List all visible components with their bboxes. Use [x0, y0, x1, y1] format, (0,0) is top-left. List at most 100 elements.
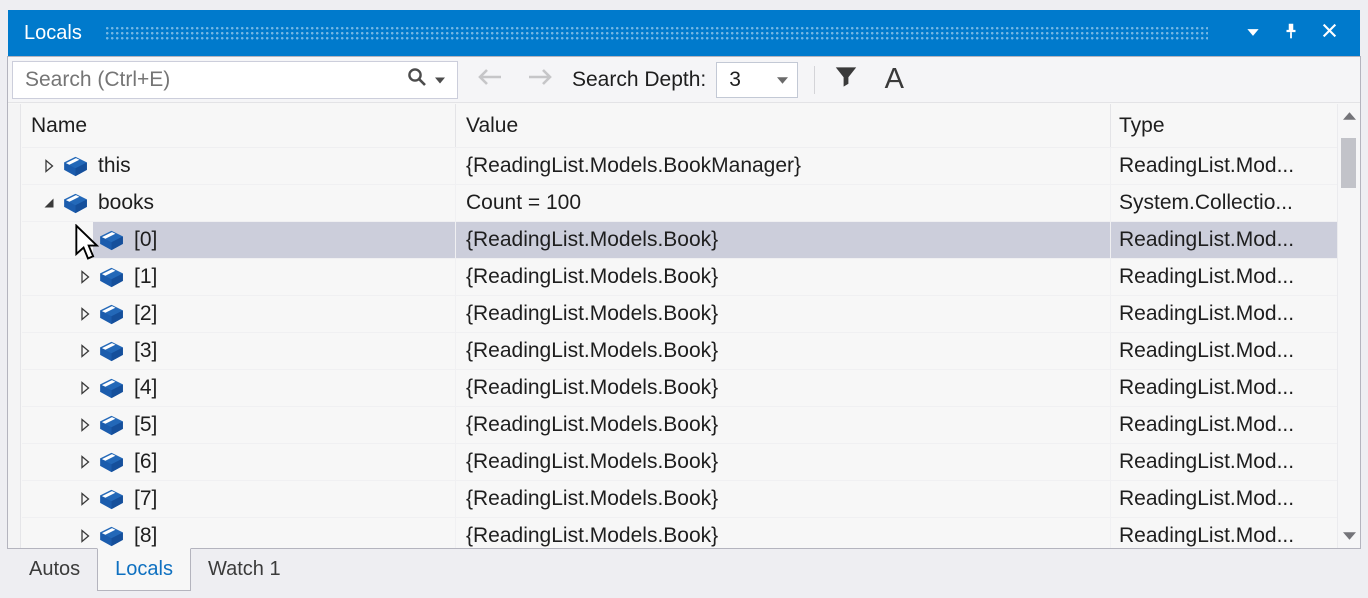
funnel-icon [834, 66, 858, 93]
row-content[interactable]: [0] [93, 222, 455, 258]
tab-watch-1[interactable]: Watch 1 [191, 549, 298, 590]
variable-name: [4] [134, 376, 157, 400]
tool-window-titlebar[interactable]: Locals [8, 10, 1360, 56]
object-icon [99, 489, 124, 510]
variable-value[interactable]: {ReadingList.Models.Book} [455, 407, 1110, 443]
name-cell[interactable]: [6] [22, 444, 455, 480]
table-row[interactable]: [5] {ReadingList.Models.Book} ReadingLis… [22, 407, 1337, 444]
name-cell[interactable]: [4] [22, 370, 455, 406]
filter-button[interactable] [829, 63, 863, 97]
search-depth-dropdown[interactable]: 3 [716, 62, 798, 98]
expander-icon[interactable] [76, 269, 93, 286]
scroll-up-button[interactable] [1338, 104, 1360, 128]
vertical-scrollbar[interactable] [1337, 104, 1360, 548]
expander-icon[interactable] [76, 343, 93, 360]
variable-value[interactable]: {ReadingList.Models.Book} [455, 370, 1110, 406]
mouse-cursor-icon [74, 224, 102, 269]
table-row[interactable]: [2] {ReadingList.Models.Book} ReadingLis… [22, 296, 1337, 333]
variable-value[interactable]: {ReadingList.Models.Book} [455, 444, 1110, 480]
table-row[interactable]: [3] {ReadingList.Models.Book} ReadingLis… [22, 333, 1337, 370]
expander-icon[interactable] [76, 306, 93, 323]
table-row[interactable]: [0] {ReadingList.Models.Book} ReadingLis… [22, 222, 1337, 259]
search-depth-value: 3 [729, 68, 777, 92]
row-content[interactable]: [6] [93, 444, 455, 480]
name-cell[interactable]: [7] [22, 481, 455, 517]
variable-value[interactable]: {ReadingList.Models.Book} [455, 296, 1110, 332]
pin-button[interactable] [1276, 18, 1306, 48]
row-content[interactable]: [2] [93, 296, 455, 332]
object-icon [63, 193, 88, 214]
close-button[interactable] [1314, 18, 1344, 48]
name-cell[interactable]: [3] [22, 333, 455, 369]
table-row[interactable]: books Count = 100 System.Collectio... [22, 185, 1337, 222]
variable-type[interactable]: ReadingList.Mod... [1110, 222, 1337, 258]
expander-icon[interactable] [76, 417, 93, 434]
row-content[interactable]: [1] [93, 259, 455, 295]
row-content[interactable]: [8] [93, 518, 455, 548]
table-row[interactable]: [7] {ReadingList.Models.Book} ReadingLis… [22, 481, 1337, 518]
variable-type[interactable]: System.Collectio... [1110, 185, 1337, 221]
expander-icon[interactable] [76, 528, 93, 545]
row-content[interactable]: [5] [93, 407, 455, 443]
tab-autos[interactable]: Autos [12, 549, 97, 590]
window-title: Locals [24, 22, 82, 45]
table-row[interactable]: [1] {ReadingList.Models.Book} ReadingLis… [22, 259, 1337, 296]
variable-value[interactable]: {ReadingList.Models.Book} [455, 222, 1110, 258]
variable-type[interactable]: ReadingList.Mod... [1110, 148, 1337, 184]
row-content[interactable]: this [57, 148, 455, 184]
variable-name: [6] [134, 450, 157, 474]
search-input[interactable] [25, 68, 400, 92]
expander-icon[interactable] [40, 195, 57, 212]
rows-viewport: this {ReadingList.Models.BookManager} Re… [22, 148, 1337, 548]
search-options-button[interactable] [400, 62, 451, 97]
row-content[interactable]: [4] [93, 370, 455, 406]
variable-value[interactable]: {ReadingList.Models.Book} [455, 518, 1110, 548]
table-row[interactable]: this {ReadingList.Models.BookManager} Re… [22, 148, 1337, 185]
scrollbar-thumb[interactable] [1341, 138, 1356, 188]
variable-type[interactable]: ReadingList.Mod... [1110, 444, 1337, 480]
variable-value[interactable]: {ReadingList.Models.BookManager} [455, 148, 1110, 184]
variable-type[interactable]: ReadingList.Mod... [1110, 333, 1337, 369]
name-cell[interactable]: books [22, 185, 455, 221]
name-cell[interactable]: [8] [22, 518, 455, 548]
scrollbar-track[interactable] [1338, 128, 1360, 524]
search-forward-button[interactable] [522, 63, 558, 97]
expander-icon[interactable] [40, 158, 57, 175]
row-content[interactable]: [7] [93, 481, 455, 517]
name-cell[interactable]: [2] [22, 296, 455, 332]
table-row[interactable]: [4] {ReadingList.Models.Book} ReadingLis… [22, 370, 1337, 407]
window-position-button[interactable] [1238, 18, 1268, 48]
variable-type[interactable]: ReadingList.Mod... [1110, 259, 1337, 295]
table-row[interactable]: [6] {ReadingList.Models.Book} ReadingLis… [22, 444, 1337, 481]
variable-value[interactable]: Count = 100 [455, 185, 1110, 221]
variable-value[interactable]: {ReadingList.Models.Book} [455, 481, 1110, 517]
column-header-value[interactable]: Value [455, 104, 1110, 147]
table-row[interactable]: [8] {ReadingList.Models.Book} ReadingLis… [22, 518, 1337, 548]
tab-locals[interactable]: Locals [97, 548, 191, 591]
variable-type[interactable]: ReadingList.Mod... [1110, 518, 1337, 548]
object-icon [99, 304, 124, 325]
search-box[interactable] [12, 61, 458, 99]
expander-icon[interactable] [76, 454, 93, 471]
locals-grid: Name Value Type this [8, 104, 1360, 548]
column-header-type[interactable]: Type [1110, 104, 1337, 147]
name-cell[interactable]: [5] [22, 407, 455, 443]
name-cell[interactable]: this [22, 148, 455, 184]
variable-type[interactable]: ReadingList.Mod... [1110, 407, 1337, 443]
row-content[interactable]: [3] [93, 333, 455, 369]
variable-type[interactable]: ReadingList.Mod... [1110, 370, 1337, 406]
expander-icon[interactable] [76, 380, 93, 397]
variable-value[interactable]: {ReadingList.Models.Book} [455, 259, 1110, 295]
variable-name: [0] [134, 228, 157, 252]
row-content[interactable]: books [57, 185, 455, 221]
variable-type[interactable]: ReadingList.Mod... [1110, 481, 1337, 517]
scroll-down-button[interactable] [1338, 524, 1360, 548]
variable-value[interactable]: {ReadingList.Models.Book} [455, 333, 1110, 369]
titlebar-drag-grip[interactable] [106, 27, 1208, 41]
search-string-values-button[interactable]: A [877, 63, 911, 97]
variable-type[interactable]: ReadingList.Mod... [1110, 296, 1337, 332]
search-back-button[interactable] [472, 63, 508, 97]
chevron-down-icon [1246, 24, 1260, 42]
expander-icon[interactable] [76, 491, 93, 508]
column-header-name[interactable]: Name [22, 104, 455, 147]
